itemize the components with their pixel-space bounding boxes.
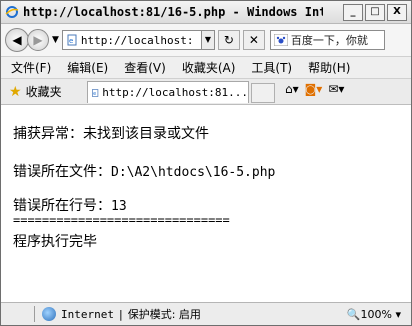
error-line-label: 错误所在行号： bbox=[13, 198, 111, 214]
address-bar[interactable]: e http://localhost:8 bbox=[61, 30, 202, 50]
menu-favorites[interactable]: 收藏夹(A) bbox=[182, 59, 236, 76]
stop-button[interactable]: ✕ bbox=[242, 30, 265, 50]
favorites-star-icon[interactable]: ★ bbox=[9, 84, 22, 100]
menu-tools[interactable]: 工具(T) bbox=[251, 59, 292, 76]
baidu-paw-icon bbox=[273, 34, 288, 46]
rss-feed-icon[interactable]: ◙▾ bbox=[305, 82, 323, 96]
zoom-level[interactable]: 🔍100% ▾ bbox=[347, 308, 401, 321]
back-arrow-icon: ◀ bbox=[12, 33, 22, 47]
svg-text:e: e bbox=[93, 92, 96, 97]
tab-title: http://localhost:81... bbox=[102, 86, 248, 99]
separator-line: ============================== bbox=[13, 213, 230, 227]
menu-bar: 文件(F) 编辑(E) 查看(V) 收藏夹(A) 工具(T) 帮助(H) bbox=[1, 57, 411, 79]
browser-window: http://localhost:81/16-5.php - Windows I… bbox=[0, 0, 412, 326]
completion-message: 程序执行完毕 bbox=[13, 234, 97, 250]
address-input[interactable]: http://localhost:8 bbox=[81, 34, 191, 47]
menu-view[interactable]: 查看(V) bbox=[124, 59, 166, 76]
error-file-line: 错误所在文件：D:\A2\htdocs\16-5.php bbox=[13, 161, 275, 181]
tab-current[interactable]: e http://localhost:81... bbox=[87, 81, 249, 103]
window-title: http://localhost:81/16-5.php - Windows I… bbox=[23, 5, 323, 19]
menu-edit[interactable]: 编辑(E) bbox=[67, 59, 108, 76]
favorites-bar: ★ 收藏夹 e http://localhost:81... ⌂▾ ◙▾ ✉▾ bbox=[1, 79, 411, 105]
exception-message: 捕获异常：未找到该目录或文件 bbox=[13, 126, 209, 142]
maximize-button[interactable]: □ bbox=[365, 4, 385, 21]
status-bar: Internet | 保护模式: 启用 🔍100% ▾ bbox=[1, 302, 411, 325]
status-divider bbox=[34, 306, 35, 322]
minimize-button[interactable]: _ bbox=[343, 4, 363, 21]
menu-file[interactable]: 文件(F) bbox=[11, 59, 51, 76]
home-icon[interactable]: ⌂▾ bbox=[285, 82, 299, 96]
forward-arrow-icon: ▶ bbox=[33, 33, 43, 47]
page-content: 捕获异常：未找到该目录或文件 错误所在文件：D:\A2\htdocs\16-5.… bbox=[1, 105, 411, 297]
menu-help[interactable]: 帮助(H) bbox=[308, 59, 350, 76]
mail-icon[interactable]: ✉▾ bbox=[328, 82, 344, 96]
security-zone[interactable]: Internet bbox=[61, 308, 114, 321]
command-bar: ⌂▾ ◙▾ ✉▾ bbox=[285, 82, 344, 96]
page-icon: e bbox=[67, 34, 77, 46]
search-box[interactable]: 百度一下，你就 bbox=[269, 30, 385, 50]
ie-logo-icon bbox=[5, 6, 19, 18]
navigation-bar: ◀ ▶ ▼ e http://localhost:8 ▼ ↻ ✕ 百度一下，你就 bbox=[1, 24, 411, 57]
favorites-button[interactable]: 收藏夹 bbox=[26, 83, 62, 100]
error-file-value: D:\A2\htdocs\16-5.php bbox=[111, 165, 276, 180]
internet-globe-icon bbox=[42, 307, 56, 321]
new-tab-button[interactable] bbox=[251, 83, 275, 103]
address-dropdown-icon[interactable]: ▼ bbox=[201, 30, 215, 50]
error-line-value: 13 bbox=[111, 199, 127, 214]
protected-mode[interactable]: 保护模式: 启用 bbox=[128, 306, 201, 322]
refresh-button[interactable]: ↻ bbox=[217, 30, 240, 50]
search-input[interactable]: 百度一下，你就 bbox=[291, 32, 368, 48]
error-file-label: 错误所在文件： bbox=[13, 164, 111, 180]
svg-text:e: e bbox=[69, 37, 73, 45]
zoom-value: 100% bbox=[360, 307, 392, 321]
back-button[interactable]: ◀ bbox=[5, 28, 29, 52]
forward-button[interactable]: ▶ bbox=[27, 29, 49, 51]
status-pipe: | bbox=[118, 307, 123, 321]
history-dropdown-icon[interactable]: ▼ bbox=[52, 35, 59, 45]
tab-page-icon: e bbox=[92, 88, 99, 97]
error-line-line: 错误所在行号：13 bbox=[13, 195, 127, 215]
close-button[interactable]: X bbox=[387, 4, 407, 21]
title-bar: http://localhost:81/16-5.php - Windows I… bbox=[1, 1, 411, 24]
